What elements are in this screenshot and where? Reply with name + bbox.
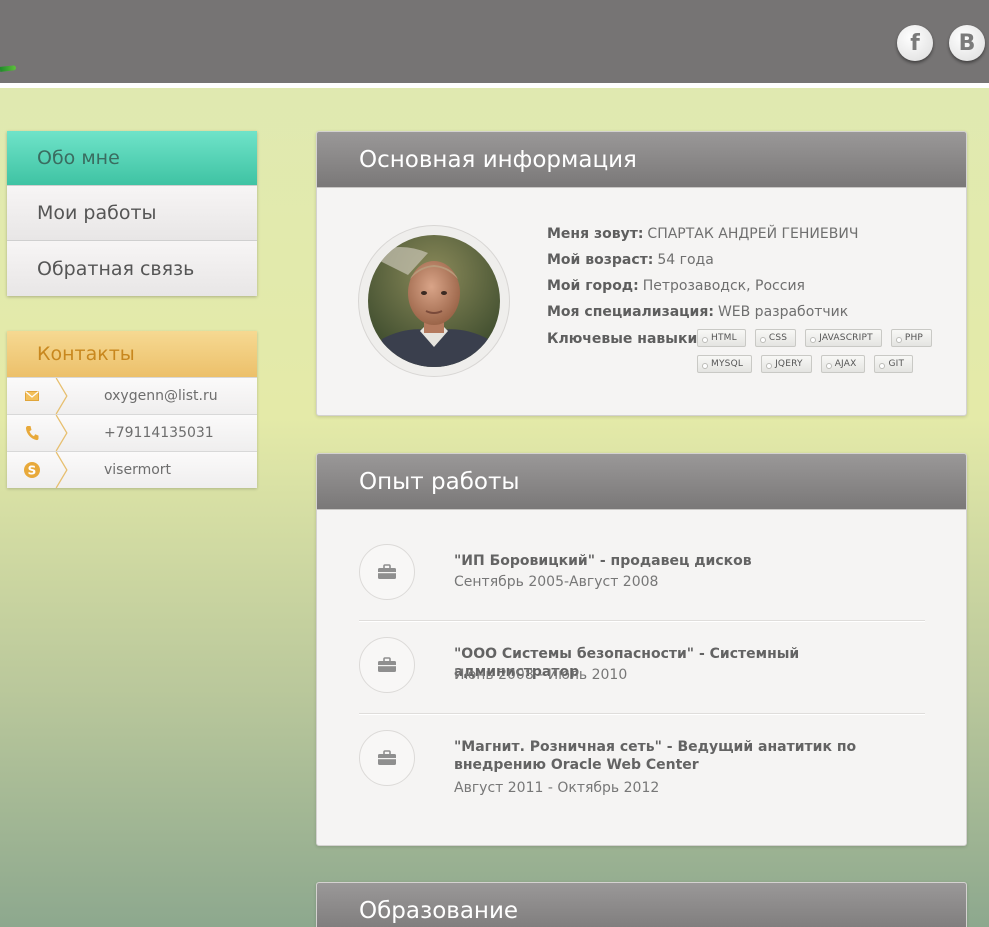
job-title: "ИП Боровицкий" - продавец дисков [454,553,752,569]
side-nav: Обо мне Мои работы Обратная связь [7,131,257,296]
nav-item-about[interactable]: Обо мне [7,131,257,186]
city-value: Петрозаводск, Россия [642,278,805,294]
city-label: Мой город: [547,278,639,294]
top-header: f B [0,0,989,88]
personal-info: Меня зовут: СПАРТАК АНДРЕЙ ГЕНИЕВИЧ Мой в… [547,221,858,325]
skype-icon: S [7,452,57,488]
logo-leaf [0,65,17,72]
briefcase-icon [359,544,415,600]
experience-panel: Опыт работы "ИП Боровицкий" - продавец д… [316,453,967,846]
contact-skype[interactable]: S visermort [7,451,257,488]
job-title: "Магнит. Розничная сеть" - Ведущий анати… [454,739,857,773]
svg-text:S: S [28,464,37,478]
age-label: Мой возраст: [547,252,654,268]
contact-email[interactable]: oxygenn@list.ru [7,377,257,414]
contact-email-text: oxygenn@list.ru [104,388,218,404]
skill-tag[interactable]: JQERY [761,355,812,373]
basic-info-title: Основная информация [317,132,966,188]
city-row: Мой город: Петрозаводск, Россия [547,273,858,299]
nav-item-feedback[interactable]: Обратная связь [7,241,257,296]
skill-tag[interactable]: AJAX [820,355,866,373]
name-row: Меня зовут: СПАРТАК АНДРЕЙ ГЕНИЕВИЧ [547,221,858,247]
skill-tag[interactable]: GIT [874,355,914,373]
skills-tags: HTML CSS JAVASCRIPT PHP MYSQL JQERY AJAX… [697,329,937,373]
job-date: Сентябрь 2005-Август 2008 [454,574,659,590]
education-panel: Образование [316,882,967,927]
mail-icon [7,378,57,414]
spec-row: Моя специализация: WEB разработчик [547,299,858,325]
skills-label: Ключевые навыки: [547,331,703,347]
contact-skype-text: visermort [104,462,172,478]
vk-icon[interactable]: B [949,25,985,61]
age-value: 54 года [657,252,714,268]
age-row: Мой возраст: 54 года [547,247,858,273]
name-label: Меня зовут: [547,226,644,242]
contact-phone-text: +79114135031 [104,425,214,441]
spec-label: Моя специализация: [547,304,714,320]
job-divider [359,620,925,622]
skill-tag[interactable]: CSS [754,329,797,347]
briefcase-icon [359,637,415,693]
avatar-frame [358,225,510,377]
education-title: Образование [317,883,966,927]
basic-info-panel: Основная информация Меня зовут: СПАРТАК … [316,131,967,416]
skill-tag[interactable]: MYSQL [697,355,753,373]
experience-title: Опыт работы [317,454,966,510]
briefcase-icon [359,730,415,786]
skill-tag[interactable]: PHP [890,329,933,347]
job-divider [359,713,925,715]
phone-icon [7,415,57,451]
nav-item-works[interactable]: Мои работы [7,186,257,241]
contacts-title: Контакты [7,331,257,377]
facebook-icon[interactable]: f [897,25,933,61]
name-value: СПАРТАК АНДРЕЙ ГЕНИЕВИЧ [647,226,859,242]
spec-value: WEB разработчик [717,304,849,320]
avatar [368,235,500,367]
contacts-block: Контакты oxygenn@list.ru +79114135031 S … [7,331,257,488]
skill-tag[interactable]: HTML [697,329,746,347]
skill-tag[interactable]: JAVASCRIPT [805,329,882,347]
contact-phone[interactable]: +79114135031 [7,414,257,451]
job-date: Июнь 2008 - Июль 2010 [454,667,628,683]
job-date: Август 2011 - Октябрь 2012 [454,780,660,796]
